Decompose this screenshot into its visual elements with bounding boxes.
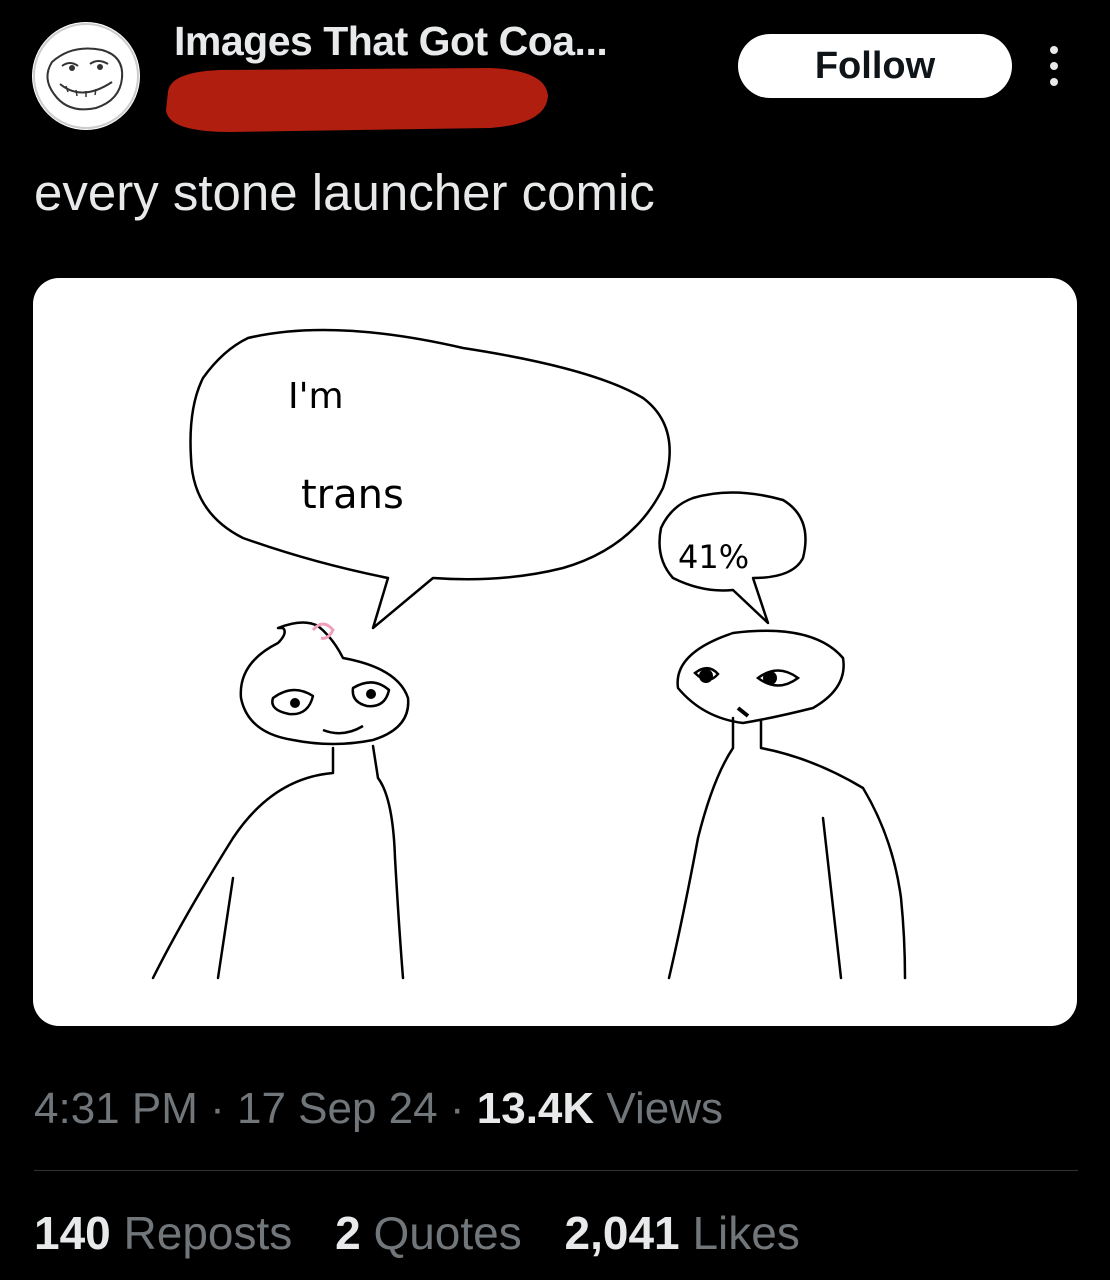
tweet-text: every stone launcher comic xyxy=(34,164,655,221)
divider xyxy=(34,1170,1078,1171)
more-vertical-icon[interactable] xyxy=(1040,40,1068,92)
left-speech-bubble xyxy=(189,328,671,630)
left-character-body xyxy=(151,746,335,980)
tweet-time[interactable]: 4:31 PM xyxy=(34,1084,198,1133)
tweet-meta: 4:31 PM · 17 Sep 24 · 13.4K Views xyxy=(34,1084,723,1134)
reposts-stat[interactable]: 140 Reposts xyxy=(34,1207,305,1259)
right-bubble-text: 41% xyxy=(678,538,749,576)
redaction-scribble xyxy=(160,62,550,136)
quotes-label: Quotes xyxy=(373,1207,522,1259)
likes-label: Likes xyxy=(692,1207,800,1259)
troll-face-avatar-icon[interactable] xyxy=(32,22,140,130)
comic-drawing: I'm trans 41% xyxy=(151,328,907,980)
left-character-head xyxy=(239,621,410,746)
follow-button[interactable]: Follow xyxy=(738,34,1012,98)
quotes-count: 2 xyxy=(335,1207,361,1259)
separator-dot: · xyxy=(449,1084,477,1133)
likes-stat[interactable]: 2,041 Likes xyxy=(565,1207,800,1259)
comic-image[interactable]: I'm trans 41% xyxy=(33,278,1077,1026)
views-count: 13.4K xyxy=(476,1084,595,1133)
reposts-label: Reposts xyxy=(123,1207,293,1259)
quotes-stat[interactable]: 2 Quotes xyxy=(335,1207,534,1259)
left-bubble-text-line1: I'm xyxy=(288,376,344,417)
likes-count: 2,041 xyxy=(564,1207,680,1259)
tweet-date[interactable]: 17 Sep 24 xyxy=(237,1084,438,1133)
views-label: Views xyxy=(606,1084,723,1133)
left-bubble-text-line2: trans xyxy=(301,472,404,518)
separator-dot: · xyxy=(210,1084,237,1133)
reposts-count: 140 xyxy=(34,1207,111,1259)
display-name[interactable]: Images That Got Coa... xyxy=(174,18,608,65)
engagement-stats: 140 Reposts 2 Quotes 2,041 Likes xyxy=(34,1206,830,1260)
